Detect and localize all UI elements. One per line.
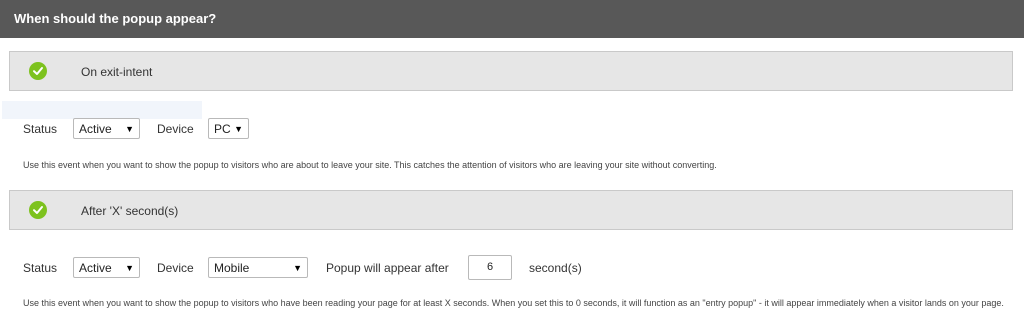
section-header-after-x-seconds[interactable]: After 'X' second(s) [9,190,1013,230]
after-seconds-description: Use this event when you want to show the… [23,298,1004,308]
background-artifact [2,101,202,119]
section-title: After 'X' second(s) [81,204,179,218]
device-select-value: PC [214,122,231,136]
status-select[interactable]: Active ▼ [73,118,140,139]
status-select[interactable]: Active ▼ [73,257,140,278]
status-select-value: Active [79,261,112,275]
page-title: When should the popup appear? [14,11,217,26]
caret-down-icon: ▼ [125,124,134,134]
section-header-exit-intent[interactable]: On exit-intent [9,51,1013,91]
device-label: Device [157,261,194,275]
status-select-value: Active [79,122,112,136]
delay-unit-label: second(s) [529,261,582,275]
device-label: Device [157,122,194,136]
caret-down-icon: ▼ [293,263,302,273]
device-select[interactable]: Mobile ▼ [208,257,308,278]
exit-intent-description: Use this event when you want to show the… [23,160,717,170]
device-select-value: Mobile [214,261,250,275]
check-circle-icon [29,201,47,219]
page-header: When should the popup appear? [0,0,1024,38]
delay-label: Popup will appear after [326,261,449,275]
check-circle-icon [29,62,47,80]
caret-down-icon: ▼ [234,124,243,134]
status-label: Status [23,261,58,275]
section-title: On exit-intent [81,65,153,79]
delay-seconds-input[interactable]: 6 [468,255,512,280]
status-label: Status [23,122,58,136]
caret-down-icon: ▼ [125,263,134,273]
device-select[interactable]: PC ▼ [208,118,249,139]
